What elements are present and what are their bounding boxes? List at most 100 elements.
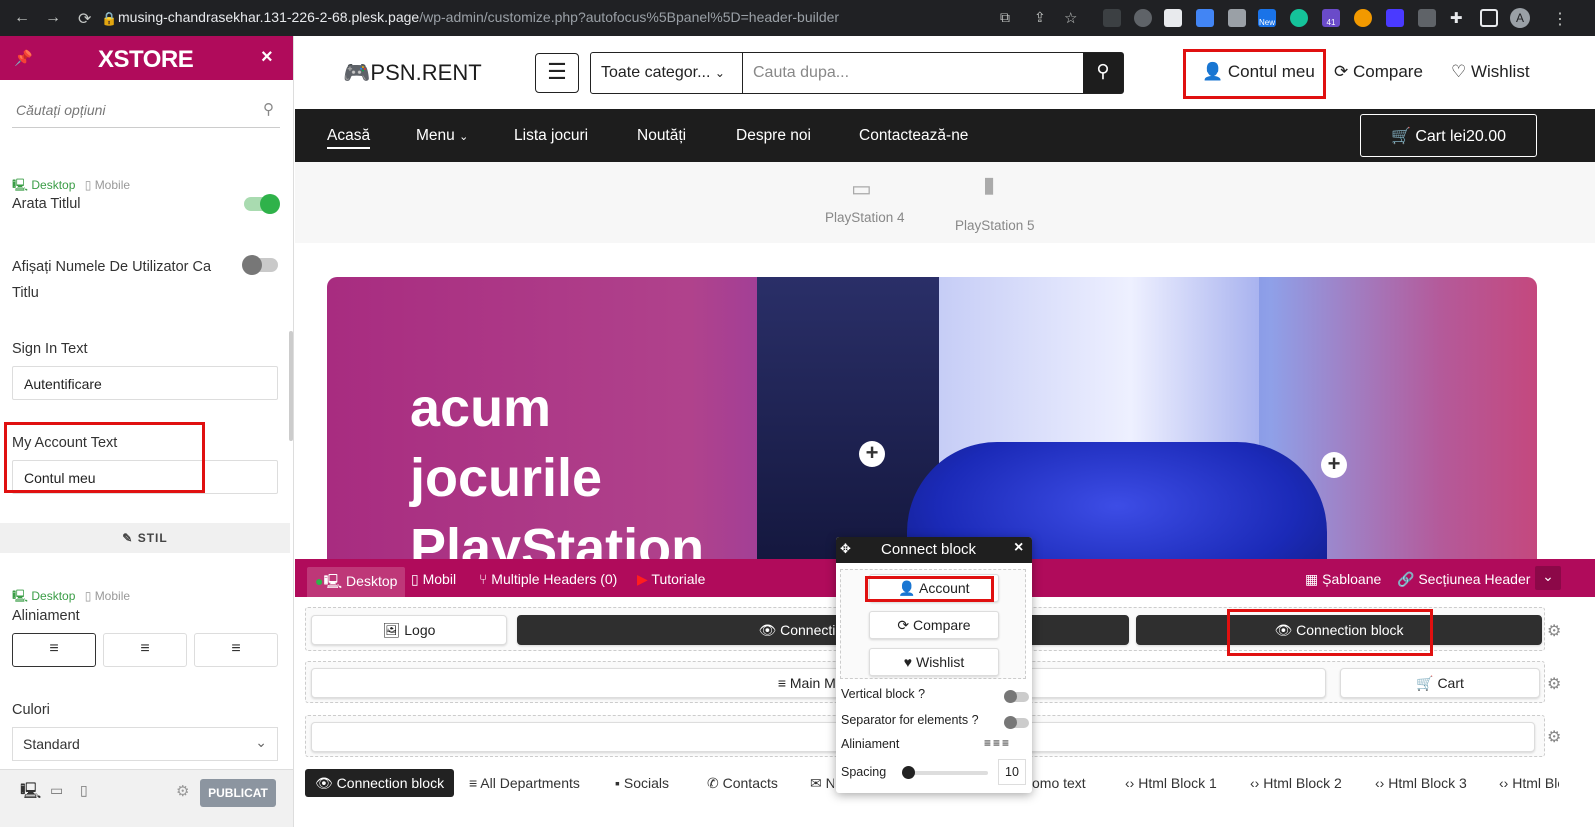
nav-item-about[interactable]: Despre noi xyxy=(736,127,811,145)
element-tab-socials[interactable]: ▪ Socials xyxy=(615,769,669,797)
translate-icon[interactable]: ⧉ xyxy=(1000,9,1010,26)
sign-in-input[interactable]: Autentificare xyxy=(12,366,278,400)
bookmark-star-icon[interactable]: ☆ xyxy=(1064,9,1077,27)
style-section-header[interactable]: ✎ STIL xyxy=(0,523,290,553)
publish-button[interactable]: PUBLICAT xyxy=(200,779,276,807)
desktop-icon[interactable]: 🖳 xyxy=(12,178,28,192)
reload-icon[interactable]: ⟳ xyxy=(78,9,91,29)
element-tab-html-4[interactable]: ‹› Html Block 4 xyxy=(1499,769,1559,797)
options-search-input[interactable]: Căutați opțiuni ⚲ xyxy=(12,94,280,128)
account-element[interactable]: 👤 Account xyxy=(869,574,999,602)
row-settings-gear-icon[interactable]: ⚙ xyxy=(1547,674,1561,694)
back-icon[interactable]: ← xyxy=(14,9,30,27)
nav-item-menu[interactable]: Menu ⌄ xyxy=(416,127,468,145)
colors-select[interactable]: Standard ⌄ xyxy=(12,727,278,761)
element-tab-departments[interactable]: ≡ All Departments xyxy=(469,769,580,797)
hamburger-menu-button[interactable]: ☰ xyxy=(535,53,579,93)
site-search-button[interactable]: ⚲ xyxy=(1083,53,1123,93)
element-tab-html-2[interactable]: ‹› Html Block 2 xyxy=(1250,769,1342,797)
site-search-input[interactable]: Cauta dupa... xyxy=(753,64,849,82)
category-ps4[interactable]: PlayStation 4 xyxy=(825,210,905,225)
panel-scrollbar[interactable] xyxy=(289,331,293,441)
cart-button[interactable]: 🛒 Cart lei20.00 xyxy=(1360,114,1537,157)
address-bar[interactable]: musing-chandrasekhar.131-226-2-68.plesk.… xyxy=(118,9,839,25)
preview-mobile-icon[interactable]: ▯ xyxy=(80,782,88,799)
element-tab-connection-block[interactable]: 👁 Connection block xyxy=(305,769,455,797)
tab-multiple-headers[interactable]: ⑂ Multiple Headers (0) xyxy=(479,571,617,587)
device-desktop-label[interactable]: Desktop xyxy=(31,589,75,603)
separator-toggle[interactable] xyxy=(1004,716,1029,729)
compare-element[interactable]: ⟳ Compare xyxy=(869,611,999,639)
menu-kebab-icon[interactable]: ⋮ xyxy=(1552,9,1568,29)
extension-count-badge[interactable]: 41 xyxy=(1322,9,1340,27)
wishlist-link[interactable]: ♡ Wishlist xyxy=(1451,62,1530,82)
element-tab-html-3[interactable]: ‹› Html Block 3 xyxy=(1375,769,1467,797)
vertical-block-toggle[interactable] xyxy=(1004,690,1029,703)
preview-desktop-icon[interactable]: 🖳 xyxy=(20,780,41,807)
sidepanel-icon[interactable] xyxy=(1480,9,1498,27)
extension-camera-icon[interactable] xyxy=(1228,9,1246,27)
device-desktop-label[interactable]: Desktop xyxy=(31,178,75,192)
hotspot-plus-icon[interactable]: + xyxy=(859,441,885,467)
align-left-button[interactable]: ≡ xyxy=(12,633,96,667)
device-mobile-label[interactable]: Mobile xyxy=(95,589,130,603)
tab-tutorials[interactable]: ▶ Tutoriale xyxy=(637,571,705,588)
connection-block-element[interactable]: 👁 Connection block xyxy=(517,615,1129,645)
extension-orange-icon[interactable] xyxy=(1354,9,1372,27)
close-icon[interactable]: × xyxy=(1014,539,1023,557)
nav-item-news[interactable]: Noutăți xyxy=(637,127,686,145)
cart-element[interactable]: 🛒 Cart xyxy=(1340,668,1540,698)
align-center-button[interactable]: ≡ xyxy=(103,633,187,667)
nav-item-games[interactable]: Lista jocuri xyxy=(514,127,588,145)
preview-tablet-icon[interactable]: ▭ xyxy=(50,782,63,799)
tab-mobile[interactable]: ▯ Mobil xyxy=(411,571,456,588)
row-settings-gear-icon[interactable]: ⚙ xyxy=(1547,727,1561,747)
header-section-link[interactable]: 🔗 Secțiunea Header xyxy=(1397,571,1530,588)
extension-recycle-icon[interactable] xyxy=(1103,9,1121,27)
templates-link[interactable]: ▦ Șabloane xyxy=(1305,571,1381,588)
extension-new-badge[interactable]: New xyxy=(1258,9,1276,27)
account-link[interactable]: 👤 Contul meu xyxy=(1202,62,1315,82)
device-mobile-label[interactable]: Mobile xyxy=(95,178,130,192)
logo-element[interactable]: 🖼 Logo xyxy=(311,615,507,645)
category-select[interactable]: Toate categor... ⌄ xyxy=(601,64,725,82)
element-tab-contacts[interactable]: ✆ Contacts xyxy=(707,769,778,797)
ps4-icon[interactable]: ▭ xyxy=(851,176,872,202)
site-logo[interactable]: 🎮PSN.RENT xyxy=(343,60,482,86)
element-tab-html-1[interactable]: ‹› Html Block 1 xyxy=(1125,769,1217,797)
align-options-icons[interactable]: ≡≡≡ xyxy=(984,736,1011,750)
extension-gear-icon[interactable] xyxy=(1418,9,1436,27)
compare-link[interactable]: ⟳ Compare xyxy=(1334,62,1423,82)
connection-block-element-2[interactable]: 👁 Connection block xyxy=(1136,615,1542,645)
share-icon[interactable]: ⇪ xyxy=(1034,9,1046,26)
forward-icon[interactable]: → xyxy=(45,9,61,27)
extension-grammarly-icon[interactable] xyxy=(1290,9,1308,27)
move-icon[interactable]: ✥ xyxy=(840,541,851,557)
spacing-slider[interactable] xyxy=(902,766,988,779)
tab-desktop[interactable]: ●🖳 Desktop xyxy=(307,567,406,599)
category-ps5[interactable]: PlayStation 5 xyxy=(955,218,1035,233)
extension-globe-icon[interactable] xyxy=(1134,9,1152,27)
desktop-icon[interactable]: 🖳 xyxy=(12,589,28,603)
show-username-toggle[interactable] xyxy=(242,255,278,275)
mobile-icon[interactable]: ▯ xyxy=(85,589,92,603)
nav-item-home[interactable]: Acasă xyxy=(327,127,371,149)
element-tab-promo[interactable]: Promo text xyxy=(1018,769,1122,797)
element-tab-newsletter[interactable]: ✉ Newsletter xyxy=(810,769,834,797)
gear-icon[interactable]: ⚙ xyxy=(176,782,189,800)
extension-video-icon[interactable] xyxy=(1386,9,1404,27)
align-right-button[interactable]: ≡ xyxy=(194,633,278,667)
profile-avatar[interactable]: A xyxy=(1510,8,1530,28)
ps5-icon[interactable]: ▮ xyxy=(983,172,995,198)
show-title-toggle[interactable] xyxy=(244,194,280,214)
extensions-puzzle-icon[interactable]: ✚ xyxy=(1450,9,1463,27)
hotspot-plus-icon[interactable]: + xyxy=(1321,452,1347,478)
extension-translate-icon[interactable] xyxy=(1196,9,1214,27)
mobile-icon[interactable]: ▯ xyxy=(85,178,92,192)
collapse-chevron-icon[interactable]: ⌄ xyxy=(1535,566,1561,590)
extension-window-icon[interactable] xyxy=(1164,9,1182,27)
main-menu-element[interactable]: ≡ Main Menu xyxy=(311,668,1326,698)
my-account-input[interactable]: Contul meu xyxy=(12,460,278,494)
wishlist-element[interactable]: ♥ Wishlist xyxy=(869,648,999,676)
pin-icon[interactable]: 📌 xyxy=(14,49,33,67)
